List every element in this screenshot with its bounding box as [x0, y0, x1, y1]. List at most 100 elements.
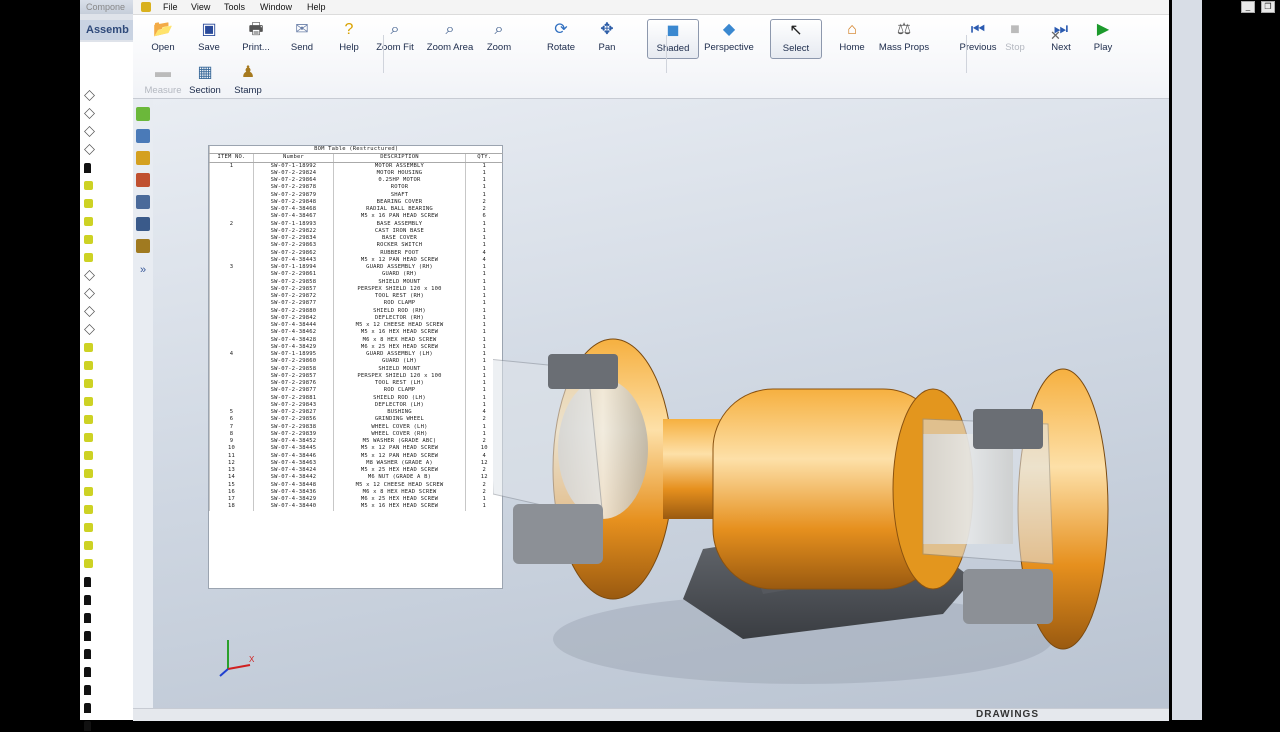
tree-node[interactable]: [84, 628, 94, 642]
tree-node[interactable]: [84, 286, 98, 300]
menu-file[interactable]: File: [163, 0, 178, 14]
tree-node[interactable]: [84, 106, 98, 120]
perspective-button[interactable]: ◆ Perspective: [703, 19, 755, 59]
right-tool-rest: [963, 569, 1053, 624]
tree-node[interactable]: [84, 466, 96, 480]
tree-node[interactable]: [84, 178, 96, 192]
rotate-button[interactable]: ⟳ Rotate: [535, 19, 587, 59]
tree-node[interactable]: [84, 484, 96, 498]
feature-tree[interactable]: [80, 42, 140, 731]
tree-node[interactable]: [84, 358, 96, 372]
send-label: Send: [290, 42, 314, 53]
bom-item-no: [209, 322, 254, 330]
part-icon: [84, 397, 93, 407]
bom-number: SW-07-2-29858: [253, 278, 334, 286]
stop-button[interactable]: ■ Stop: [989, 19, 1041, 59]
tree-node[interactable]: [84, 664, 94, 678]
tree-node[interactable]: [84, 304, 98, 318]
select-button[interactable]: ↖ Select: [770, 19, 822, 59]
tree-node[interactable]: [84, 322, 98, 336]
mass-props-button[interactable]: ⚖ Mass Props: [878, 19, 930, 59]
minimize-button[interactable]: _: [1241, 1, 1255, 13]
bom-description: ROD CLAMP: [333, 387, 466, 395]
bom-col-qty: QTY.: [464, 153, 503, 163]
tree-node[interactable]: [84, 502, 96, 516]
zoom-fit-button[interactable]: ⌕ Zoom Fit: [369, 19, 421, 59]
3d-viewport[interactable]: BOM Table (Restructured) ITEM NO. Number…: [153, 99, 1169, 720]
bom-description: WHEEL COVER (RH): [333, 430, 466, 438]
tree-node[interactable]: [84, 88, 98, 102]
markup-icon[interactable]: [136, 173, 150, 187]
tree-node[interactable]: [84, 430, 96, 444]
play-button[interactable]: ▶ Play: [1077, 19, 1129, 59]
menu-tools[interactable]: Tools: [224, 0, 245, 14]
tree-node[interactable]: [84, 268, 98, 282]
bom-number: SW-07-2-29864: [253, 177, 334, 185]
components-icon[interactable]: [136, 107, 150, 121]
tree-node[interactable]: [84, 196, 96, 210]
close-pane-icon[interactable]: ✕: [1050, 28, 1061, 44]
expand-chevron-icon[interactable]: »: [136, 263, 150, 277]
tree-node[interactable]: [84, 250, 96, 264]
home-button[interactable]: ⌂ Home: [826, 19, 878, 59]
tree-node[interactable]: [84, 610, 94, 624]
bench-grinder-model[interactable]: [493, 219, 1143, 719]
bom-number: SW-07-1-18993: [253, 220, 334, 228]
menu-view[interactable]: View: [191, 0, 210, 14]
home-label: Home: [839, 42, 865, 53]
bom-description: 0.25HP MOTOR: [333, 177, 466, 185]
tree-node[interactable]: [84, 520, 96, 534]
stamp-pane-icon[interactable]: [136, 239, 150, 253]
zoom-button[interactable]: ⌕ Zoom: [473, 19, 525, 59]
bom-description: BEARING COVER: [333, 198, 466, 206]
bom-row: 15 SW-07-4-38448 M5 x 12 CHEESE HEAD SCREW…: [209, 481, 503, 489]
tree-node[interactable]: [84, 448, 96, 462]
tree-node[interactable]: [84, 700, 94, 714]
bom-row: 1 SW-07-1-18992 MOTOR ASSEMBLY 1: [209, 162, 503, 170]
open-button[interactable]: 📂 Open: [137, 19, 189, 59]
save-button[interactable]: ▣ Save: [183, 19, 235, 59]
part-icon: [84, 487, 93, 497]
menu-help[interactable]: Help: [307, 0, 326, 14]
tree-node[interactable]: [84, 574, 94, 588]
bom-item-no: [209, 227, 254, 235]
tree-node[interactable]: [84, 232, 96, 246]
zoom-area-button[interactable]: ⌕ Zoom Area: [424, 19, 476, 59]
stamp-button[interactable]: ♟ Stamp: [222, 62, 274, 102]
section-pane-icon[interactable]: [136, 217, 150, 231]
pan-button[interactable]: ✥ Pan: [581, 19, 633, 59]
tree-node[interactable]: [84, 412, 96, 426]
tree-node[interactable]: [84, 592, 94, 606]
tree-node[interactable]: [84, 340, 96, 354]
tree-node[interactable]: [84, 160, 94, 174]
send-button[interactable]: ✉ Send: [276, 19, 328, 59]
measure-pane-icon[interactable]: [136, 195, 150, 209]
tree-node[interactable]: [84, 376, 96, 390]
shaded-button[interactable]: ◼ Shaded: [647, 19, 699, 59]
bom-item-no: [209, 293, 254, 301]
bom-number: SW-07-4-38429: [253, 496, 334, 504]
bom-number: SW-07-2-29877: [253, 387, 334, 395]
print-button[interactable]: 🖶 Print...: [230, 19, 282, 59]
help-button[interactable]: ? Help: [323, 19, 375, 59]
tree-node[interactable]: [84, 682, 94, 696]
tree-node[interactable]: [84, 538, 96, 552]
bom-description: M5 x 16 HEX HEAD SCREW: [333, 329, 466, 337]
perspective-icon: ◆: [722, 21, 736, 38]
bom-item-no: [209, 242, 254, 250]
menu-window[interactable]: Window: [260, 0, 292, 14]
bom-number: SW-07-4-38463: [253, 459, 334, 467]
configurations-icon[interactable]: [136, 129, 150, 143]
tree-node[interactable]: [84, 142, 98, 156]
tree-node[interactable]: [84, 556, 96, 570]
bom-row: SW-07-2-29860 GUARD (LH) 1: [209, 358, 503, 366]
restore-button[interactable]: ❐: [1261, 1, 1275, 13]
tree-node[interactable]: [84, 718, 94, 732]
bom-row: SW-07-2-29872 TOOL REST (RH) 1: [209, 293, 503, 301]
tree-node[interactable]: [84, 646, 94, 660]
tree-node[interactable]: [84, 214, 96, 228]
sheets-icon[interactable]: [136, 151, 150, 165]
tree-node[interactable]: [84, 124, 98, 138]
assembly-tab[interactable]: Assemb: [80, 20, 140, 40]
tree-node[interactable]: [84, 394, 96, 408]
